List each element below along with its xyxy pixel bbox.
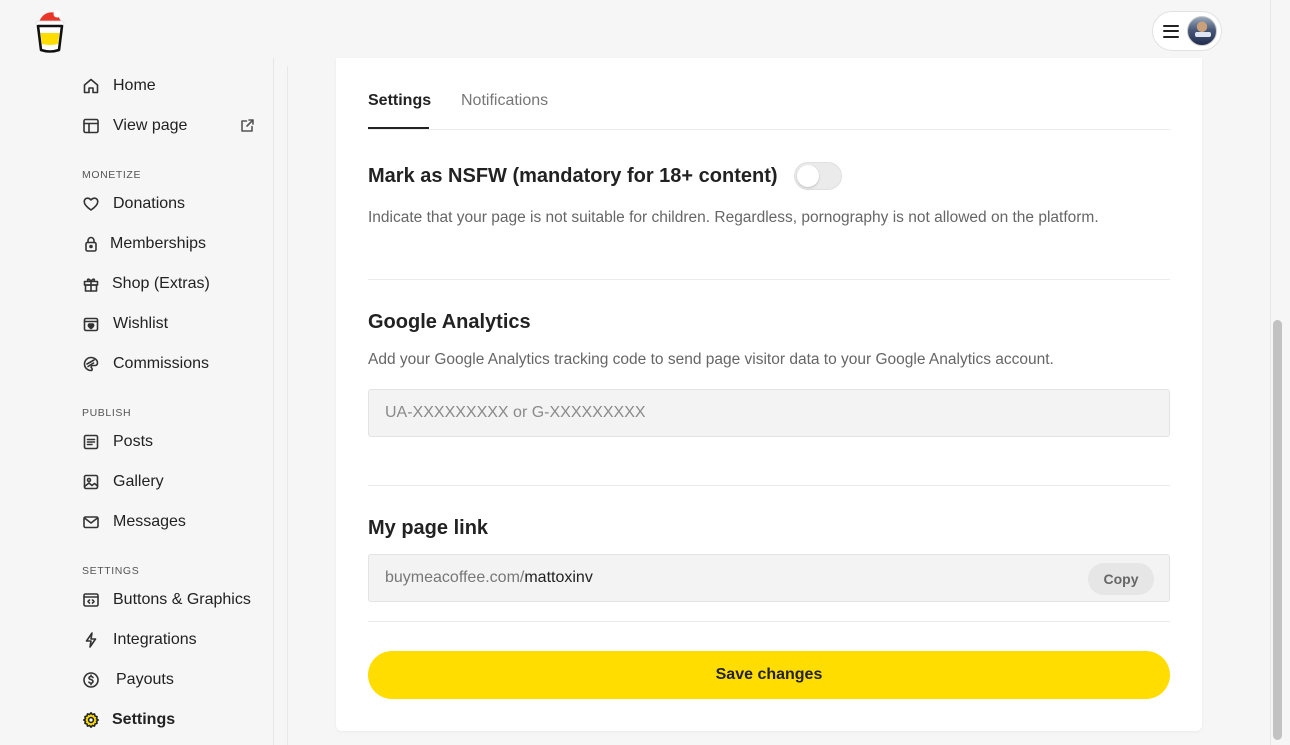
sidebar-item-label: View page [113,117,188,134]
page-link-title: My page link [368,517,489,539]
tab-bar: Settings Notifications [368,58,1170,130]
page-link-field: buymeacoffee.com/mattoxinv Copy [368,554,1170,602]
palette-icon [82,355,100,373]
avatar [1187,16,1217,46]
layout-icon [82,117,100,135]
sidebar-item-donations[interactable]: Donations [82,192,185,216]
coffee-cup-santa-hat-icon [35,10,65,53]
hamburger-icon [1163,24,1179,38]
sidebar-item-payouts[interactable]: Payouts [82,668,174,692]
sidebar-item-commissions[interactable]: Commissions [82,352,209,376]
external-link-icon[interactable] [240,118,255,133]
divider [287,66,288,745]
nsfw-description: Indicate that your page is not suitable … [368,209,1099,226]
tab-notifications[interactable]: Notifications [461,92,548,110]
sidebar-item-messages[interactable]: Messages [82,510,186,534]
analytics-field [368,389,1170,437]
sidebar-item-label: Buttons & Graphics [113,591,251,608]
section-divider [368,279,1170,280]
sidebar-section-publish: PUBLISH [82,407,132,419]
sidebar-item-label: Shop (Extras) [112,275,210,292]
sidebar-item-label: Donations [113,195,186,212]
sidebar-item-wishlist[interactable]: Wishlist [82,312,168,336]
heart-icon [82,195,100,213]
sidebar-item-label: Payouts [116,671,174,688]
code-window-icon [82,591,100,609]
sidebar-item-posts[interactable]: Posts [82,430,153,454]
toggle-knob [797,165,819,187]
sidebar-item-label: Commissions [113,355,210,372]
lock-icon [82,235,100,253]
sidebar-item-gallery[interactable]: Gallery [82,470,164,494]
page-link-prefix: buymeacoffee.com/ [385,569,525,586]
account-menu-button[interactable] [1152,11,1222,51]
image-icon [82,473,100,491]
sidebar-item-buttons-graphics[interactable]: Buttons & Graphics [82,588,251,612]
sidebar-item-view-page[interactable]: View page [82,114,187,138]
document-icon [82,433,100,451]
sidebar-item-label: Posts [113,433,154,450]
scrollbar-thumb[interactable] [1273,320,1282,740]
save-changes-button[interactable]: Save changes [368,651,1170,699]
analytics-title: Google Analytics [368,311,531,333]
copy-button[interactable]: Copy [1088,563,1154,595]
sidebar: Home View page MONETIZE Donations Member… [0,58,274,745]
sidebar-section-monetize: MONETIZE [82,169,142,181]
wishlist-icon [82,315,100,333]
sidebar-item-label: Integrations [113,631,197,648]
sidebar-item-label: Memberships [110,235,207,252]
nsfw-title: Mark as NSFW (mandatory for 18+ content) [368,165,778,187]
sidebar-item-integrations[interactable]: Integrations [82,628,197,652]
sidebar-item-label: Messages [113,513,186,530]
sidebar-item-shop[interactable]: Shop (Extras) [82,272,210,296]
lightning-icon [82,631,100,649]
sidebar-item-label: Home [113,77,156,94]
sidebar-item-label: Wishlist [113,315,169,332]
logo[interactable] [30,8,70,54]
sidebar-item-label: Settings [112,711,176,728]
settings-card: Settings Notifications Mark as NSFW (man… [336,58,1202,731]
sidebar-item-memberships[interactable]: Memberships [82,232,206,256]
nsfw-toggle[interactable] [794,162,842,190]
analytics-description: Add your Google Analytics tracking code … [368,351,1054,368]
active-tab-indicator [368,127,429,129]
mail-icon [82,513,100,531]
sidebar-section-settings: SETTINGS [82,565,140,577]
page-link-handle[interactable]: mattoxinv [524,569,592,587]
dollar-icon [82,671,100,689]
sidebar-item-home[interactable]: Home [82,74,156,98]
analytics-input[interactable] [385,404,1169,422]
home-icon [82,77,100,95]
section-divider [368,621,1170,622]
sidebar-item-settings[interactable]: Settings [82,708,175,732]
sidebar-item-label: Gallery [113,473,164,490]
section-divider [368,485,1170,486]
gift-icon [82,275,100,293]
tab-settings[interactable]: Settings [368,92,431,110]
gear-icon [82,711,100,729]
